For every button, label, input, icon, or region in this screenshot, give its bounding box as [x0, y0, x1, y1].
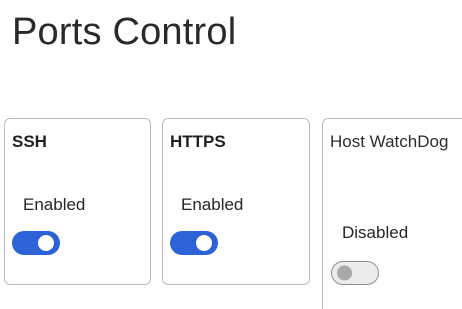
https-toggle-switch[interactable] [170, 231, 218, 255]
port-name: HTTPS [170, 132, 226, 151]
port-name: Host WatchDog [330, 132, 449, 151]
toggle-knob [196, 235, 212, 251]
port-cards: SSH Enabled HTTPS Enabled Host WatchDog … [0, 0, 462, 309]
host-watchdog-toggle-switch[interactable] [331, 261, 379, 285]
port-status-label: Enabled [23, 195, 86, 214]
port-card-https: HTTPS Enabled [162, 118, 310, 285]
port-status-label: Disabled [342, 223, 409, 242]
toggle-knob [337, 265, 352, 281]
ssh-toggle-switch[interactable] [12, 231, 60, 255]
toggle-knob [38, 235, 54, 251]
port-card-host-watchdog: Host WatchDog Disabled [322, 118, 462, 309]
port-card-ssh: SSH Enabled [4, 118, 151, 285]
port-name: SSH [12, 132, 47, 151]
port-status-label: Enabled [181, 195, 244, 214]
